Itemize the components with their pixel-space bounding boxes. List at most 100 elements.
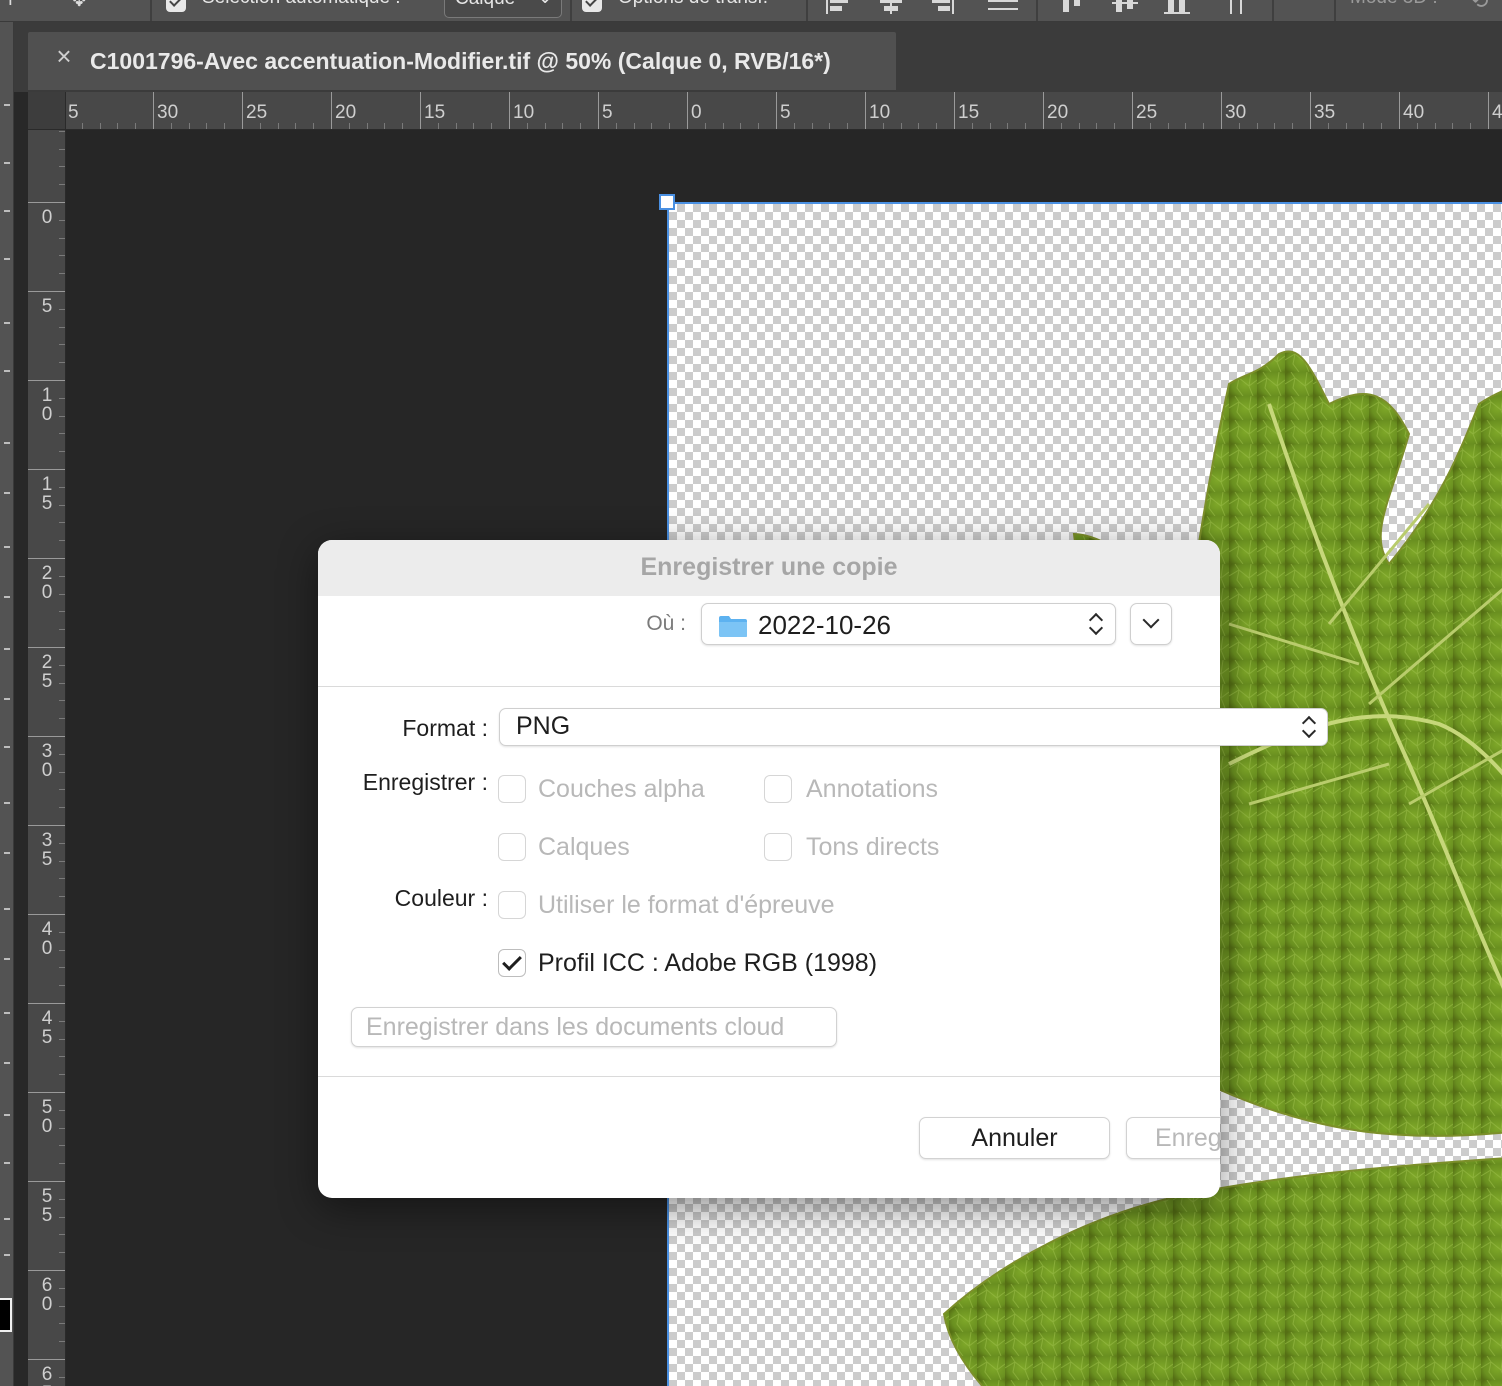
save-button[interactable]: Enreg bbox=[1126, 1117, 1220, 1159]
ruler-minor-tick bbox=[59, 237, 65, 239]
save-options-label: Enregistrer : bbox=[362, 769, 488, 795]
tools-panel bbox=[0, 22, 14, 1386]
tool-eraser-icon[interactable] bbox=[4, 596, 10, 598]
align-middle-icon[interactable] bbox=[1112, 0, 1138, 14]
ruler-minor-tick bbox=[206, 123, 208, 129]
auto-select-checkbox[interactable] bbox=[166, 0, 186, 12]
tool-blur-icon[interactable] bbox=[4, 698, 10, 700]
tool-stamp-icon[interactable] bbox=[4, 492, 10, 494]
tool-path-select-icon[interactable] bbox=[4, 908, 10, 910]
ruler-minor-tick bbox=[580, 123, 582, 129]
ruler-tick-label: 20 bbox=[1047, 102, 1069, 123]
spot-colors-checkbox[interactable] bbox=[764, 833, 792, 861]
transform-controls-checkbox[interactable] bbox=[582, 0, 602, 12]
tool-more-icon[interactable] bbox=[4, 1114, 10, 1116]
options-divider bbox=[150, 0, 152, 21]
ruler-minor-tick bbox=[59, 682, 65, 684]
horizontal-ruler[interactable]: 5 30 25 20 15 10 5 0 5 10 15 20 25 30 35 40 45 bbox=[66, 92, 1502, 130]
layers-checkbox[interactable] bbox=[498, 833, 526, 861]
ruler-minor-tick bbox=[633, 123, 635, 129]
3d-orbit-icon[interactable]: ⟲ bbox=[1470, 0, 1488, 14]
ruler-minor-tick bbox=[59, 593, 65, 595]
ruler-minor-tick bbox=[59, 148, 65, 150]
tool-edit-toolbar-icon[interactable] bbox=[4, 1162, 10, 1164]
ruler-minor-tick bbox=[59, 753, 65, 755]
move-arrows-icon[interactable]: ✥ bbox=[70, 0, 88, 12]
ruler-tick-label: 50 bbox=[41, 1097, 53, 1137]
tool-dodge-icon[interactable] bbox=[4, 746, 10, 748]
ruler-minor-tick bbox=[59, 1216, 65, 1218]
tool-crop-icon[interactable] bbox=[4, 258, 10, 260]
default-colors-icon[interactable] bbox=[4, 1254, 10, 1256]
options-divider bbox=[806, 0, 808, 21]
save-to-cloud-button[interactable]: Enregistrer dans les documents cloud bbox=[351, 1007, 837, 1047]
ruler-major-tick bbox=[28, 1092, 65, 1093]
ruler-minor-tick bbox=[59, 1198, 65, 1200]
ruler-major-tick bbox=[153, 92, 154, 129]
ruler-minor-tick bbox=[936, 123, 938, 129]
ruler-tick-label: 45 bbox=[41, 1008, 53, 1048]
where-label: Où : bbox=[646, 612, 686, 635]
more-options-icon[interactable]: ••• bbox=[1290, 0, 1310, 7]
ruler-tick-label: 30 bbox=[157, 102, 179, 123]
tool-hand-icon[interactable] bbox=[4, 1012, 10, 1014]
tool-gradient-icon[interactable] bbox=[4, 648, 10, 650]
auto-select-value: Calque bbox=[455, 0, 515, 9]
cancel-button[interactable]: Annuler bbox=[919, 1117, 1110, 1159]
expand-dialog-button[interactable] bbox=[1130, 603, 1172, 645]
tool-shape-icon[interactable] bbox=[4, 958, 10, 960]
vertical-ruler[interactable]: 0 5 10 15 20 25 30 35 40 45 50 55 60 65 bbox=[28, 130, 66, 1386]
icc-profile-checkbox[interactable] bbox=[498, 949, 526, 977]
alpha-channels-checkbox[interactable] bbox=[498, 775, 526, 803]
ruler-tick-label: 45 bbox=[1492, 102, 1502, 123]
ruler-major-tick bbox=[28, 380, 65, 381]
alpha-channels-label: Couches alpha bbox=[538, 775, 705, 803]
proof-setup-checkbox[interactable] bbox=[498, 891, 526, 919]
tool-heal-icon[interactable] bbox=[4, 370, 10, 372]
tool-eyedropper-icon[interactable] bbox=[4, 322, 10, 324]
document-tab[interactable]: × C1001796-Avec accentuation-Modifier.ti… bbox=[28, 32, 896, 90]
ruler-origin[interactable] bbox=[28, 92, 66, 130]
foreground-color-swatch[interactable] bbox=[0, 1298, 12, 1332]
ruler-minor-tick bbox=[59, 273, 65, 275]
distribute-icon[interactable] bbox=[988, 0, 1018, 14]
tool-type-icon[interactable] bbox=[4, 852, 10, 854]
photoshop-window: ↟ ✥ ⌄ Sélection automatique : Calque ⌄ O… bbox=[0, 0, 1502, 1386]
annotations-checkbox[interactable] bbox=[764, 775, 792, 803]
ruler-minor-tick bbox=[59, 1145, 65, 1147]
align-right-icon[interactable] bbox=[928, 0, 954, 14]
tool-marquee-icon[interactable] bbox=[4, 104, 10, 106]
folder-icon bbox=[719, 616, 747, 637]
tool-history-brush-icon[interactable] bbox=[4, 546, 10, 548]
transform-handle[interactable] bbox=[659, 194, 675, 210]
swap-colors-icon[interactable] bbox=[4, 1218, 10, 1220]
format-popup[interactable]: PNG bbox=[499, 708, 1328, 746]
ruler-tick-label: 20 bbox=[41, 563, 53, 603]
distribute-vertical-icon[interactable] bbox=[1224, 0, 1250, 14]
tool-quick-select-icon[interactable] bbox=[4, 210, 10, 212]
ruler-minor-tick bbox=[651, 123, 653, 129]
align-center-icon[interactable] bbox=[878, 0, 904, 14]
auto-select-dropdown[interactable]: Calque ⌄ bbox=[444, 0, 562, 18]
ruler-minor-tick bbox=[989, 123, 991, 129]
tool-lasso-icon[interactable] bbox=[4, 162, 10, 164]
move-tool-icon[interactable]: ↟ bbox=[2, 0, 19, 11]
ruler-minor-tick bbox=[1452, 123, 1454, 129]
mode-3d-label: Mode 3D : bbox=[1350, 0, 1438, 9]
ruler-minor-tick bbox=[59, 985, 65, 987]
tool-preset-chevron-icon[interactable]: ⌄ bbox=[118, 0, 133, 5]
tool-brush-icon[interactable] bbox=[4, 442, 10, 444]
align-bottom-icon[interactable] bbox=[1164, 0, 1190, 14]
ruler-minor-tick bbox=[224, 123, 226, 129]
ruler-minor-tick bbox=[900, 123, 902, 129]
where-location-popup[interactable]: 2022-10-26 bbox=[701, 603, 1116, 645]
close-tab-icon[interactable]: × bbox=[54, 43, 74, 69]
tool-pen-icon[interactable] bbox=[4, 802, 10, 804]
ruler-tick-label: 15 bbox=[958, 102, 980, 123]
align-left-icon[interactable] bbox=[826, 0, 852, 14]
ruler-tick-label: 40 bbox=[41, 919, 53, 959]
tool-zoom-icon[interactable] bbox=[4, 1062, 10, 1064]
ruler-minor-tick bbox=[59, 1109, 65, 1111]
ruler-major-tick bbox=[28, 914, 65, 915]
align-top-icon[interactable] bbox=[1060, 0, 1086, 14]
